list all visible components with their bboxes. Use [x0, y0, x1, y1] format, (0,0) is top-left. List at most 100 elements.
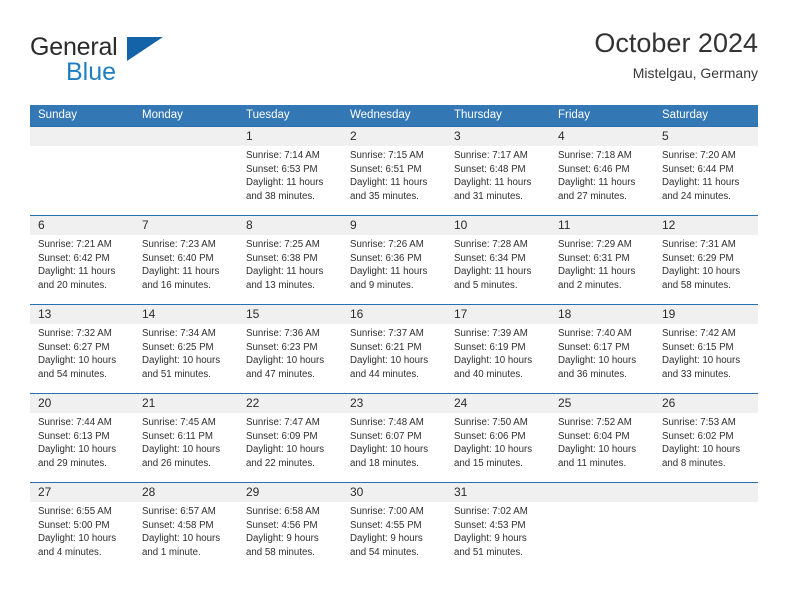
sunset-text: Sunset: 4:58 PM — [142, 519, 214, 531]
sunset-text: Sunset: 6:36 PM — [350, 252, 422, 264]
day-details-row: Sunrise: 7:21 AM Sunset: 6:42 PM Dayligh… — [30, 235, 758, 304]
logo-text-blue: Blue — [66, 58, 117, 86]
day-details-row: Sunrise: 7:14 AM Sunset: 6:53 PM Dayligh… — [30, 146, 758, 215]
day-cell[interactable]: Sunrise: 7:50 AM Sunset: 6:06 PM Dayligh… — [446, 413, 550, 482]
sunrise-text: Sunrise: 7:14 AM — [246, 150, 320, 161]
day-cell[interactable]: Sunrise: 7:15 AM Sunset: 6:51 PM Dayligh… — [342, 146, 446, 215]
day-cell[interactable]: Sunrise: 7:02 AM Sunset: 4:53 PM Dayligh… — [446, 502, 550, 571]
daylight-text-line2: and 35 minutes. — [350, 190, 419, 202]
calendar-grid: Sunday Monday Tuesday Wednesday Thursday… — [30, 105, 758, 571]
date-number: 2 — [350, 129, 357, 143]
daylight-text-line2: and 51 minutes. — [142, 368, 211, 380]
daylight-text-line2: and 31 minutes. — [454, 190, 523, 202]
day-cell[interactable]: Sunrise: 7:29 AM Sunset: 6:31 PM Dayligh… — [550, 235, 654, 304]
daylight-text-line1: Daylight: 10 hours — [662, 444, 741, 455]
date-number-row: 1 2 3 4 5 — [30, 127, 758, 146]
date-number: 16 — [350, 307, 364, 321]
date-number: 8 — [246, 218, 253, 232]
daylight-text-line2: and 29 minutes. — [38, 457, 107, 469]
day-cell[interactable]: Sunrise: 7:20 AM Sunset: 6:44 PM Dayligh… — [654, 146, 758, 215]
sunset-text: Sunset: 5:00 PM — [38, 519, 110, 531]
day-cell[interactable]: Sunrise: 7:44 AM Sunset: 6:13 PM Dayligh… — [30, 413, 134, 482]
day-cell[interactable]: Sunrise: 6:58 AM Sunset: 4:56 PM Dayligh… — [238, 502, 342, 571]
day-cell[interactable]: Sunrise: 7:48 AM Sunset: 6:07 PM Dayligh… — [342, 413, 446, 482]
day-cell[interactable]: Sunrise: 6:57 AM Sunset: 4:58 PM Dayligh… — [134, 502, 238, 571]
daylight-text-line1: Daylight: 10 hours — [246, 444, 325, 455]
date-number-row: 13 14 15 16 17 18 19 — [30, 305, 758, 324]
day-cell[interactable]: Sunrise: 7:18 AM Sunset: 6:46 PM Dayligh… — [550, 146, 654, 215]
day-cell[interactable]: Sunrise: 7:21 AM Sunset: 6:42 PM Dayligh… — [30, 235, 134, 304]
sunset-text: Sunset: 4:56 PM — [246, 519, 318, 531]
day-cell[interactable]: Sunrise: 7:26 AM Sunset: 6:36 PM Dayligh… — [342, 235, 446, 304]
date-number: 27 — [38, 485, 52, 499]
date-number: 29 — [246, 485, 260, 499]
date-number-row: 20 21 22 23 24 25 26 — [30, 394, 758, 413]
day-cell[interactable]: Sunrise: 7:17 AM Sunset: 6:48 PM Dayligh… — [446, 146, 550, 215]
day-cell[interactable]: Sunrise: 7:39 AM Sunset: 6:19 PM Dayligh… — [446, 324, 550, 393]
day-cell[interactable]: Sunrise: 7:28 AM Sunset: 6:34 PM Dayligh… — [446, 235, 550, 304]
date-number: 6 — [38, 218, 45, 232]
day-cell[interactable]: Sunrise: 7:40 AM Sunset: 6:17 PM Dayligh… — [550, 324, 654, 393]
sunrise-text: Sunrise: 7:37 AM — [350, 328, 424, 339]
date-number: 23 — [350, 396, 364, 410]
date-number: 26 — [662, 396, 676, 410]
day-cell[interactable] — [30, 146, 134, 215]
date-number: 18 — [558, 307, 572, 321]
calendar-week-row: 13 14 15 16 17 18 19 Sunrise: 7:32 AM Su… — [30, 304, 758, 393]
sunset-text: Sunset: 6:51 PM — [350, 163, 422, 175]
daylight-text-line2: and 11 minutes. — [558, 457, 627, 469]
date-number: 1 — [246, 129, 253, 143]
weekday-header-thursday: Thursday — [454, 109, 502, 121]
sunrise-text: Sunrise: 7:36 AM — [246, 328, 320, 339]
day-cell[interactable]: Sunrise: 7:34 AM Sunset: 6:25 PM Dayligh… — [134, 324, 238, 393]
day-cell[interactable] — [654, 502, 758, 571]
daylight-text-line2: and 33 minutes. — [662, 368, 731, 380]
day-cell[interactable]: Sunrise: 7:53 AM Sunset: 6:02 PM Dayligh… — [654, 413, 758, 482]
weekday-header-saturday: Saturday — [662, 109, 709, 121]
sunrise-text: Sunrise: 7:34 AM — [142, 328, 216, 339]
day-cell[interactable]: Sunrise: 7:47 AM Sunset: 6:09 PM Dayligh… — [238, 413, 342, 482]
daylight-text-line1: Daylight: 11 hours — [662, 177, 740, 188]
daylight-text-line1: Daylight: 11 hours — [350, 266, 428, 277]
daylight-text-line2: and 27 minutes. — [558, 190, 627, 202]
weekday-header-tuesday: Tuesday — [246, 109, 290, 121]
date-number: 7 — [142, 218, 149, 232]
daylight-text-line2: and 51 minutes. — [454, 546, 523, 558]
daylight-text-line1: Daylight: 11 hours — [558, 266, 636, 277]
sunset-text: Sunset: 6:06 PM — [454, 430, 526, 442]
date-number: 4 — [558, 129, 565, 143]
date-number: 14 — [142, 307, 156, 321]
sunset-text: Sunset: 6:34 PM — [454, 252, 526, 264]
day-cell[interactable]: Sunrise: 6:55 AM Sunset: 5:00 PM Dayligh… — [30, 502, 134, 571]
date-number-row: 27 28 29 30 31 — [30, 483, 758, 502]
weekday-header-monday: Monday — [142, 109, 183, 121]
day-cell[interactable] — [550, 502, 654, 571]
day-cell[interactable]: Sunrise: 7:36 AM Sunset: 6:23 PM Dayligh… — [238, 324, 342, 393]
weekday-header-friday: Friday — [558, 109, 590, 121]
daylight-text-line1: Daylight: 10 hours — [558, 355, 637, 366]
sunrise-text: Sunrise: 7:50 AM — [454, 417, 528, 428]
sunrise-text: Sunrise: 7:23 AM — [142, 239, 216, 250]
day-cell[interactable]: Sunrise: 7:14 AM Sunset: 6:53 PM Dayligh… — [238, 146, 342, 215]
sunrise-text: Sunrise: 6:55 AM — [38, 506, 112, 517]
sunrise-text: Sunrise: 6:57 AM — [142, 506, 216, 517]
general-blue-logo[interactable]: General Blue — [30, 34, 250, 90]
day-cell[interactable]: Sunrise: 7:00 AM Sunset: 4:55 PM Dayligh… — [342, 502, 446, 571]
day-cell[interactable]: Sunrise: 7:45 AM Sunset: 6:11 PM Dayligh… — [134, 413, 238, 482]
day-cell[interactable]: Sunrise: 7:32 AM Sunset: 6:27 PM Dayligh… — [30, 324, 134, 393]
day-cell[interactable]: Sunrise: 7:42 AM Sunset: 6:15 PM Dayligh… — [654, 324, 758, 393]
title-block: October 2024 Mistelgau, Germany — [594, 26, 758, 83]
day-cell[interactable]: Sunrise: 7:23 AM Sunset: 6:40 PM Dayligh… — [134, 235, 238, 304]
daylight-text-line1: Daylight: 11 hours — [350, 177, 428, 188]
day-cell[interactable]: Sunrise: 7:52 AM Sunset: 6:04 PM Dayligh… — [550, 413, 654, 482]
day-cell[interactable] — [134, 146, 238, 215]
daylight-text-line1: Daylight: 10 hours — [38, 444, 117, 455]
day-cell[interactable]: Sunrise: 7:31 AM Sunset: 6:29 PM Dayligh… — [654, 235, 758, 304]
day-cell[interactable]: Sunrise: 7:37 AM Sunset: 6:21 PM Dayligh… — [342, 324, 446, 393]
sunset-text: Sunset: 6:29 PM — [662, 252, 734, 264]
date-number — [654, 483, 758, 502]
daylight-text-line1: Daylight: 9 hours — [454, 533, 527, 544]
daylight-text-line2: and 54 minutes. — [350, 546, 419, 558]
daylight-text-line1: Daylight: 11 hours — [246, 266, 324, 277]
day-cell[interactable]: Sunrise: 7:25 AM Sunset: 6:38 PM Dayligh… — [238, 235, 342, 304]
